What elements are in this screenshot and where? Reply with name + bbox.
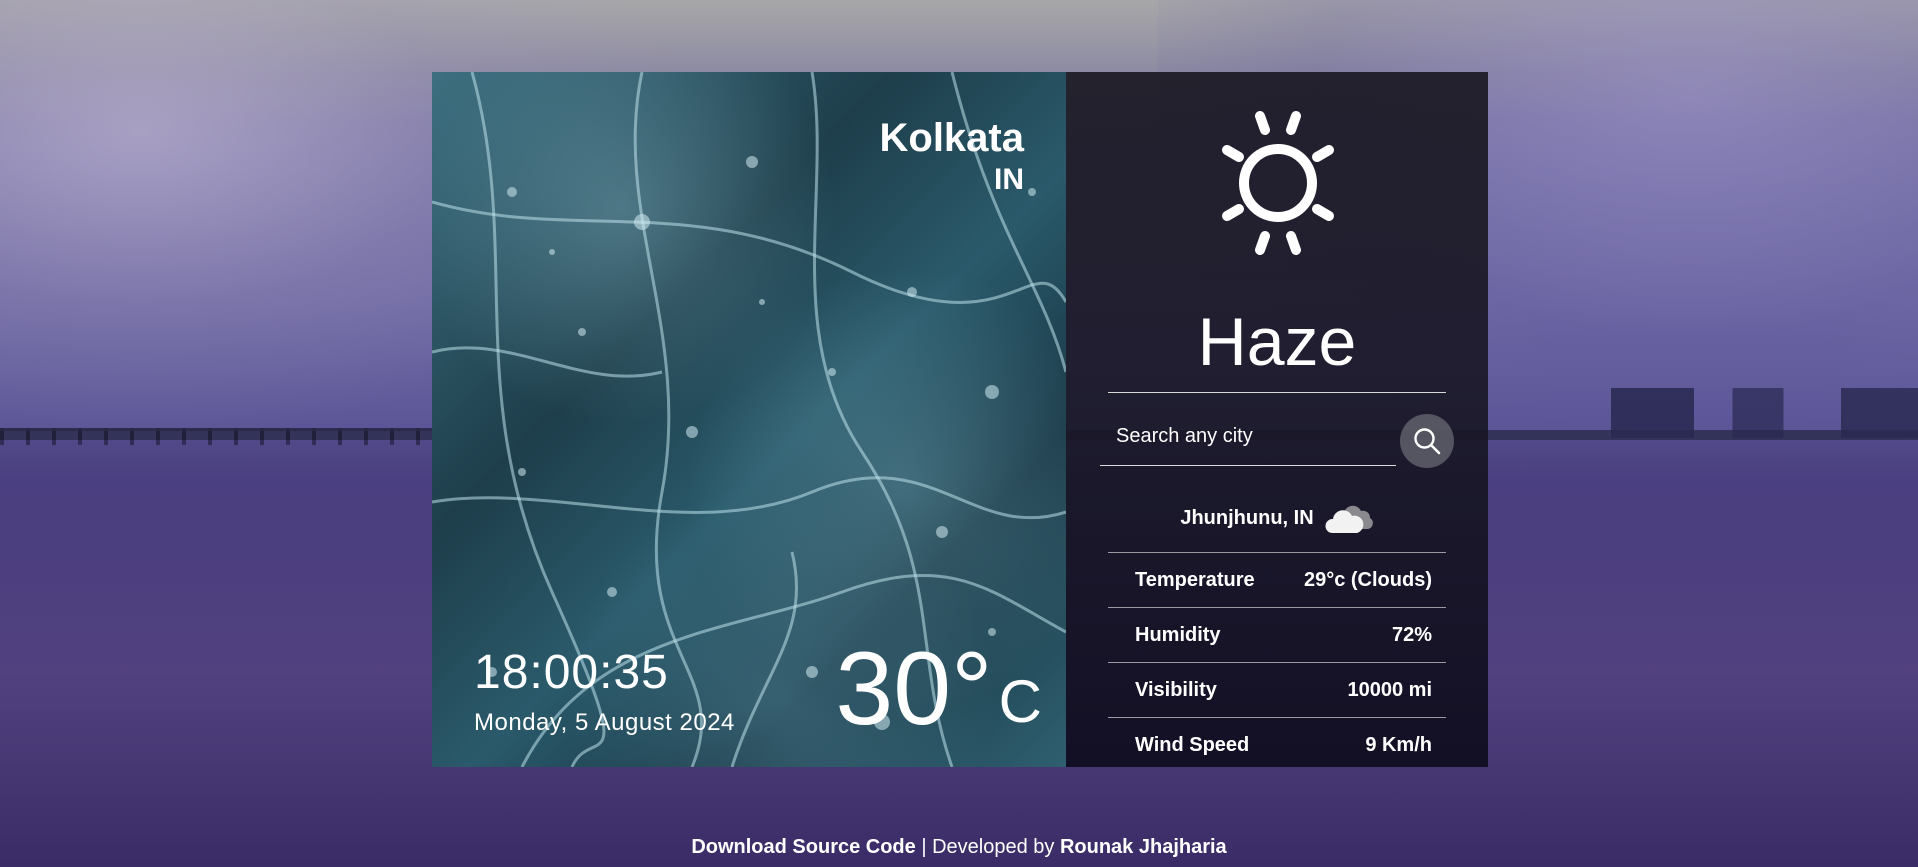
current-time: 18:00:35	[474, 646, 669, 699]
stat-wind-speed: Wind Speed 9 Km/h	[1108, 717, 1446, 772]
datetime-block: 18:00:35 Monday, 5 August 2024	[474, 645, 735, 739]
temperature-unit: C	[998, 668, 1042, 735]
current-date: Monday, 5 August 2024	[474, 709, 735, 736]
download-source-link[interactable]: Download Source Code	[691, 836, 915, 858]
footer: Download Source Code | Developed by Roun…	[0, 836, 1918, 859]
author-name: Rounak Jhajharia	[1059, 836, 1227, 858]
search-icon	[1414, 428, 1441, 455]
stat-humidity: Humidity 72%	[1108, 607, 1446, 662]
location-block: Kolkata IN	[880, 114, 1025, 198]
background-skyline	[1598, 388, 1918, 438]
stat-label: Wind Speed	[1135, 733, 1250, 756]
weather-card: Kolkata IN 18:00:35 Monday, 5 August 202…	[432, 72, 1488, 767]
stat-value: 72%	[1391, 623, 1432, 646]
city-search-input[interactable]	[1100, 408, 1396, 466]
search-result-header: Jhunjhunu, IN	[1066, 498, 1488, 538]
temperature-block: 30° C	[835, 631, 1042, 747]
country-code: IN	[994, 163, 1024, 196]
stat-label: Visibility	[1135, 678, 1217, 701]
weather-stats: Temperature 29°c (Clouds) Humidity 72% V…	[1108, 552, 1446, 772]
current-weather-panel: Kolkata IN 18:00:35 Monday, 5 August 202…	[432, 72, 1066, 767]
search-button[interactable]	[1400, 414, 1454, 468]
stat-label: Humidity	[1135, 623, 1221, 646]
stat-value: 29°c (Clouds)	[1303, 568, 1432, 591]
stat-temperature: Temperature 29°c (Clouds)	[1108, 552, 1446, 607]
current-temperature: 30°	[835, 631, 993, 747]
footer-separator: | Developed by	[915, 836, 1060, 858]
search-panel: Haze Jhunjhunu, IN Temperature 29°c (Clo…	[1066, 72, 1488, 767]
sun-icon	[1205, 110, 1351, 256]
result-location: Jhunjhunu, IN	[1180, 506, 1314, 529]
stat-visibility: Visibility 10000 mi	[1108, 662, 1446, 717]
stat-label: Temperature	[1135, 568, 1255, 591]
weather-condition: Haze	[1197, 304, 1357, 380]
divider	[1108, 392, 1446, 393]
cloud-icon	[1325, 505, 1373, 533]
stat-value: 9 Km/h	[1365, 733, 1432, 756]
stat-value: 10000 mi	[1347, 678, 1432, 701]
search-bar	[1100, 408, 1454, 468]
city-name: Kolkata	[879, 116, 1025, 160]
